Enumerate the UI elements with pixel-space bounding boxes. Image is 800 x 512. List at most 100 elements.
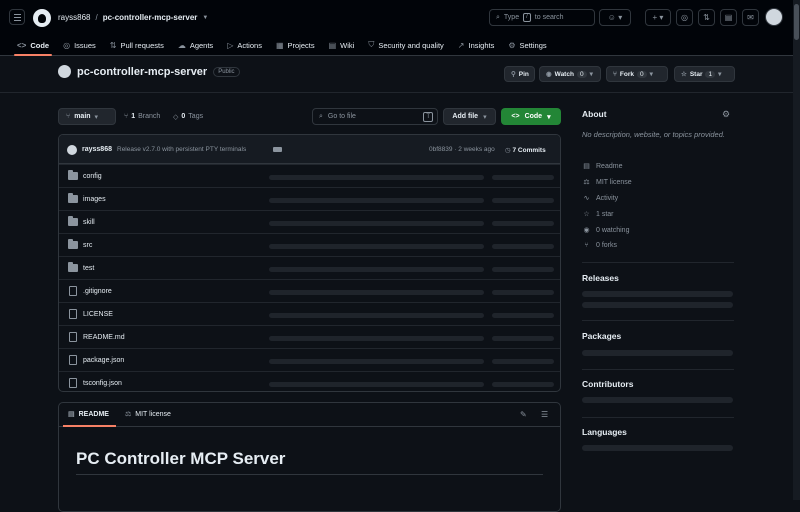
repositories-button[interactable]: ▤ bbox=[720, 9, 737, 26]
tab-label: Wiki bbox=[340, 40, 355, 50]
outline-list-icon[interactable]: ☰ bbox=[541, 410, 548, 419]
table-row[interactable]: src bbox=[59, 233, 560, 256]
history-icon: ◷ bbox=[505, 147, 511, 154]
tab-issues[interactable]: ◎ Issues bbox=[56, 34, 103, 56]
file-name[interactable]: tsconfig.json bbox=[83, 380, 122, 387]
tab-readme[interactable]: ▤ README bbox=[68, 410, 109, 419]
pin-button[interactable]: ⚲ Pin bbox=[504, 66, 535, 82]
repo-name[interactable]: pc-controller-mcp-server bbox=[77, 66, 207, 78]
add-file-button[interactable]: Add file ▾ bbox=[443, 108, 496, 125]
repo-icon: ▤ bbox=[724, 13, 733, 22]
commit-author[interactable]: rayss868 bbox=[82, 146, 112, 153]
edit-pencil-icon[interactable]: ✎ bbox=[520, 410, 527, 419]
star-button[interactable]: ☆ Star 1 ▾ bbox=[674, 66, 735, 82]
tab-actions[interactable]: ▷ Actions bbox=[220, 34, 269, 56]
activity-link[interactable]: ∿ Activity bbox=[582, 194, 619, 203]
tab-security[interactable]: ⛉ Security and quality bbox=[361, 34, 450, 56]
chevron-down-icon[interactable]: ▼ bbox=[202, 15, 208, 21]
watchers-link[interactable]: ◉ 0 watching bbox=[582, 226, 629, 235]
commits-link[interactable]: ◷ 7 Commits bbox=[505, 146, 546, 154]
page-scrollbar[interactable] bbox=[793, 0, 800, 500]
chevron-down-icon: ▾ bbox=[649, 71, 653, 78]
table-row[interactable]: skill bbox=[59, 210, 560, 233]
breadcrumb-owner[interactable]: rayss868 bbox=[58, 13, 90, 22]
branch-selector[interactable]: ⑂ main ▾ bbox=[58, 108, 116, 125]
star-count: 1 bbox=[705, 70, 716, 78]
tab-pull-requests[interactable]: ⇅ Pull requests bbox=[103, 34, 171, 56]
menu-button[interactable] bbox=[9, 9, 25, 25]
loading-placeholder bbox=[492, 221, 554, 226]
contributors-title[interactable]: Contributors bbox=[582, 379, 633, 389]
file-name[interactable]: README.md bbox=[83, 334, 125, 341]
file-name[interactable]: test bbox=[83, 265, 94, 272]
code-button[interactable]: <> Code ▾ bbox=[501, 108, 561, 125]
tags-link[interactable]: ◇ 0 Tags bbox=[173, 108, 203, 125]
tab-projects[interactable]: ▦ Projects bbox=[269, 34, 322, 56]
license-link[interactable]: ⚖ MIT license bbox=[582, 178, 631, 187]
search-prefix: Type bbox=[503, 14, 520, 21]
readme-tab-label: README bbox=[78, 410, 109, 418]
file-name[interactable]: LICENSE bbox=[83, 311, 113, 318]
fork-label: Fork bbox=[619, 70, 634, 78]
stars-link[interactable]: ☆ 1 star bbox=[582, 210, 613, 219]
forks-link[interactable]: ⑂ 0 forks bbox=[582, 242, 617, 249]
link-label: 0 forks bbox=[596, 242, 618, 249]
table-row[interactable]: README.md bbox=[59, 325, 560, 348]
commit-author-avatar[interactable] bbox=[67, 145, 77, 155]
tab-license[interactable]: ⚖ MIT license bbox=[125, 410, 171, 419]
tab-code[interactable]: <> Code bbox=[10, 34, 56, 56]
tab-label: Security and quality bbox=[378, 40, 444, 50]
inbox-button[interactable]: ✉ bbox=[742, 9, 759, 26]
watch-button[interactable]: ◉ Watch 0 ▾ bbox=[539, 66, 601, 82]
loading-placeholder bbox=[582, 397, 733, 403]
file-name[interactable]: package.json bbox=[83, 357, 124, 364]
commit-hash-time[interactable]: 0bf8839 · 2 weeks ago bbox=[429, 146, 495, 153]
copilot-button[interactable]: ☺ ▾ bbox=[599, 9, 631, 26]
table-row[interactable]: images bbox=[59, 187, 560, 210]
tab-wiki[interactable]: ▤ Wiki bbox=[322, 34, 362, 56]
issue-icon: ◎ bbox=[63, 40, 71, 50]
tab-agents[interactable]: ☁ Agents bbox=[171, 34, 220, 56]
file-name[interactable]: .gitignore bbox=[83, 288, 112, 295]
sidebar-divider bbox=[582, 417, 734, 418]
file-name[interactable]: images bbox=[83, 196, 106, 203]
readme-link[interactable]: ▤ Readme bbox=[582, 162, 622, 171]
loading-placeholder bbox=[269, 244, 484, 249]
table-row[interactable]: package.json bbox=[59, 348, 560, 371]
sidebar-divider bbox=[582, 369, 734, 370]
branches-link[interactable]: ⑂ 1 Branch bbox=[124, 108, 160, 125]
loading-placeholder bbox=[492, 244, 554, 249]
folder-icon bbox=[68, 216, 78, 226]
pin-label: Pin bbox=[518, 70, 529, 78]
fork-button[interactable]: ⑂ Fork 0 ▾ bbox=[606, 66, 668, 82]
loading-placeholder bbox=[582, 350, 733, 356]
avatar[interactable] bbox=[765, 8, 783, 26]
tab-insights[interactable]: ↗ Insights bbox=[451, 34, 502, 56]
watch-count: 0 bbox=[576, 70, 587, 78]
packages-title[interactable]: Packages bbox=[582, 331, 621, 341]
gear-icon[interactable]: ⚙ bbox=[722, 109, 730, 120]
commit-message[interactable]: Release v2.7.0 with persistent PTY termi… bbox=[117, 146, 246, 153]
file-name[interactable]: src bbox=[83, 242, 92, 249]
table-row[interactable]: tsconfig.json bbox=[59, 371, 560, 391]
github-logo-icon[interactable] bbox=[33, 9, 51, 27]
table-row[interactable]: config bbox=[59, 164, 560, 187]
releases-title[interactable]: Releases bbox=[582, 273, 619, 283]
table-row[interactable]: .gitignore bbox=[59, 279, 560, 302]
file-name[interactable]: config bbox=[83, 173, 102, 180]
pull-requests-button[interactable]: ⇅ bbox=[698, 9, 715, 26]
issues-button[interactable]: ◎ bbox=[676, 9, 693, 26]
create-new-button[interactable]: + ▾ bbox=[645, 9, 671, 26]
file-name[interactable]: skill bbox=[83, 219, 95, 226]
breadcrumb-repo[interactable]: pc-controller-mcp-server bbox=[103, 13, 198, 22]
ellipsis-icon[interactable] bbox=[273, 147, 282, 152]
search-input[interactable]: ⌕ Type / to search bbox=[489, 9, 595, 26]
go-to-file-input[interactable]: ⌕ Go to file T bbox=[312, 108, 438, 125]
loading-placeholder bbox=[269, 175, 484, 180]
owner-avatar[interactable] bbox=[58, 65, 71, 78]
table-row[interactable]: LICENSE bbox=[59, 302, 560, 325]
table-row[interactable]: test bbox=[59, 256, 560, 279]
play-icon: ▷ bbox=[227, 40, 234, 50]
scrollbar-thumb[interactable] bbox=[794, 4, 799, 40]
tab-settings[interactable]: ⚙ Settings bbox=[501, 34, 553, 56]
